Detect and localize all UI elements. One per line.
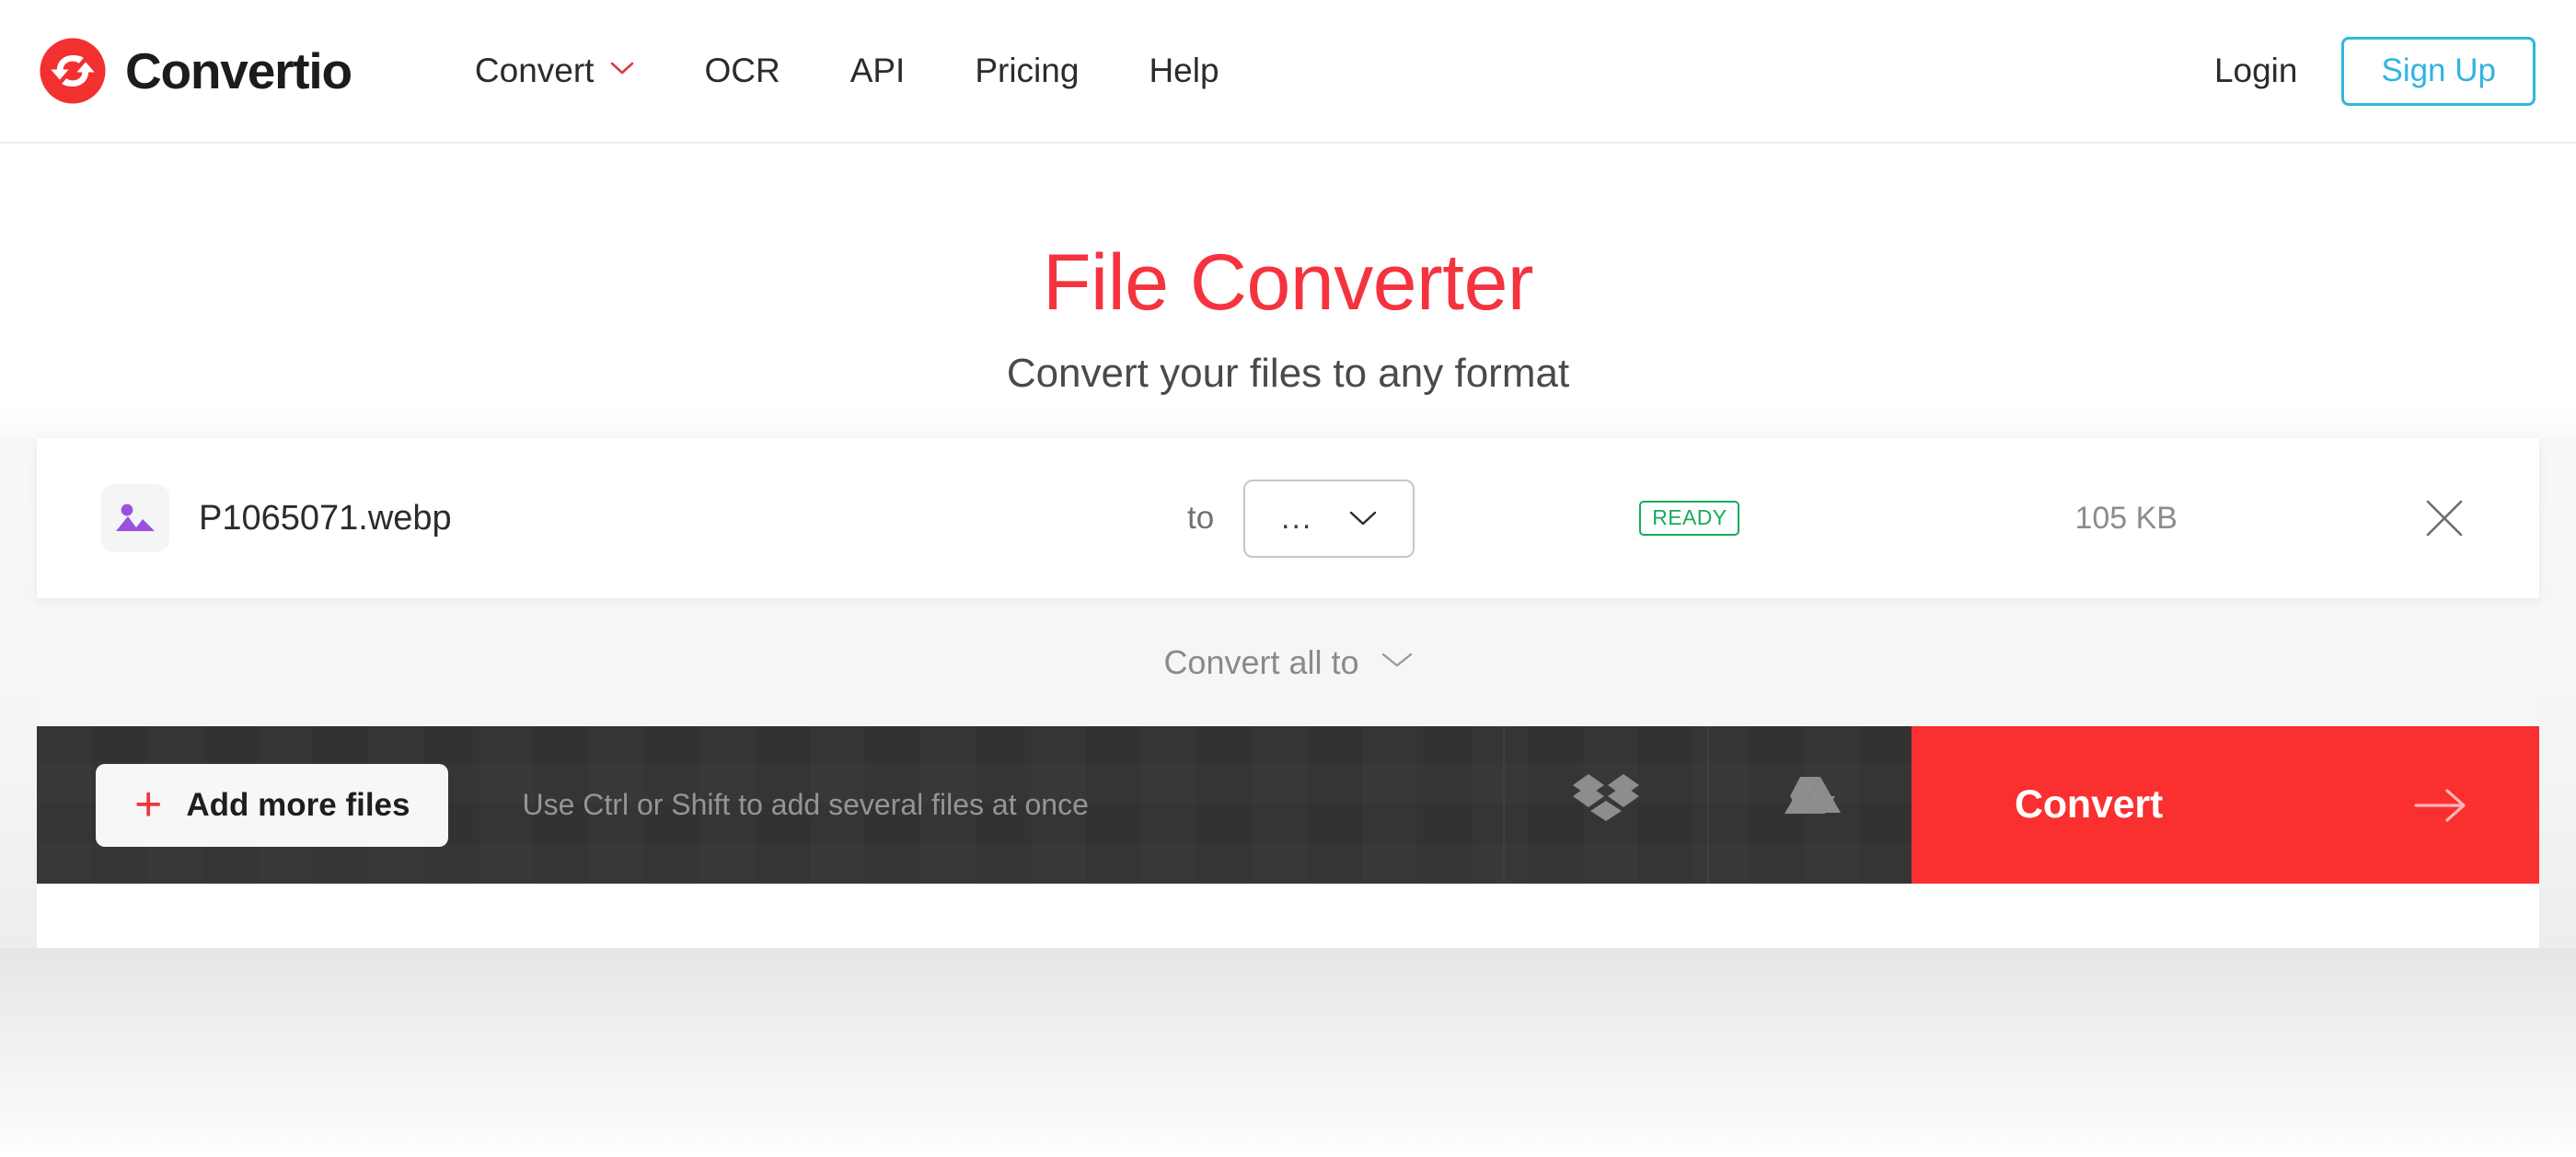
add-more-files-button[interactable]: + Add more files <box>96 763 449 847</box>
converter-widget: P1065071.webp to ... READY 105 KB Conver… <box>37 438 2539 884</box>
file-info: P1065071.webp <box>101 484 1187 552</box>
status-badge: READY <box>1639 501 1740 536</box>
nav-item-api[interactable]: API <box>815 52 941 90</box>
hero-section: File Converter Convert your files to any… <box>0 144 2576 438</box>
brand-name: Convertio <box>125 41 352 99</box>
convert-all-to-label: Convert all to <box>1163 642 1359 681</box>
action-bar: + Add more files Use Ctrl or Shift to ad… <box>37 726 2539 884</box>
arrow-right-icon <box>2414 785 2467 826</box>
chevron-down-icon <box>1349 510 1377 526</box>
convert-all-band: Convert all to <box>37 598 2539 726</box>
page-side-fill-left <box>0 438 37 948</box>
google-drive-upload-button[interactable] <box>1707 726 1912 884</box>
image-file-icon <box>101 484 169 552</box>
close-icon[interactable] <box>2420 493 2469 543</box>
nav-item-label: Convert <box>474 52 595 89</box>
brand-logo-link[interactable]: Convertio <box>39 37 352 105</box>
target-format-value: ... <box>1281 500 1313 536</box>
page-subtitle: Convert your files to any format <box>1006 351 1570 396</box>
file-name: P1065071.webp <box>199 498 452 538</box>
nav-item-help[interactable]: Help <box>1114 52 1253 90</box>
nav-item-convert[interactable]: Convert <box>440 52 670 90</box>
file-row: P1065071.webp to ... READY 105 KB <box>37 438 2539 598</box>
nav-item-label: OCR <box>704 52 780 89</box>
file-size: 105 KB <box>2074 500 2177 536</box>
plus-icon: + <box>134 778 163 832</box>
page-title: File Converter <box>1042 238 1534 327</box>
google-drive-icon <box>1780 775 1841 835</box>
hero-fade <box>0 401 2576 438</box>
signup-button[interactable]: Sign Up <box>2341 36 2536 106</box>
nav-item-label: API <box>849 52 906 89</box>
nav-item-label: Help <box>1149 52 1219 89</box>
to-label: to <box>1187 500 1215 536</box>
page-side-fill-right <box>2539 438 2576 948</box>
main-nav: Convert OCR API Pricing Help <box>440 52 1254 90</box>
page-bottom-gradient <box>0 948 2576 1157</box>
chevron-down-icon <box>1381 651 1413 674</box>
site-header: Convertio Convert OCR API Pricing Help L… <box>0 0 2576 144</box>
add-more-files-label: Add more files <box>186 786 410 823</box>
login-link[interactable]: Login <box>2170 52 2342 90</box>
convert-all-to-button[interactable]: Convert all to <box>1163 643 1412 682</box>
nav-item-pricing[interactable]: Pricing <box>940 52 1114 90</box>
convertio-cycle-logo-icon <box>39 37 107 105</box>
nav-item-ocr[interactable]: OCR <box>669 52 814 90</box>
convert-button-label: Convert <box>2015 782 2164 827</box>
dropbox-icon <box>1571 772 1641 838</box>
dropbox-upload-button[interactable] <box>1503 726 1707 884</box>
target-format-select[interactable]: ... <box>1243 479 1415 558</box>
multiselect-hint: Use Ctrl or Shift to add several files a… <box>522 788 1089 821</box>
convert-button[interactable]: Convert <box>1912 726 2539 884</box>
page-root: Convertio Convert OCR API Pricing Help L… <box>0 0 2576 1157</box>
nav-item-label: Pricing <box>975 52 1080 89</box>
chevron-down-icon <box>610 61 634 85</box>
header-actions: Login Sign Up <box>2170 36 2536 106</box>
